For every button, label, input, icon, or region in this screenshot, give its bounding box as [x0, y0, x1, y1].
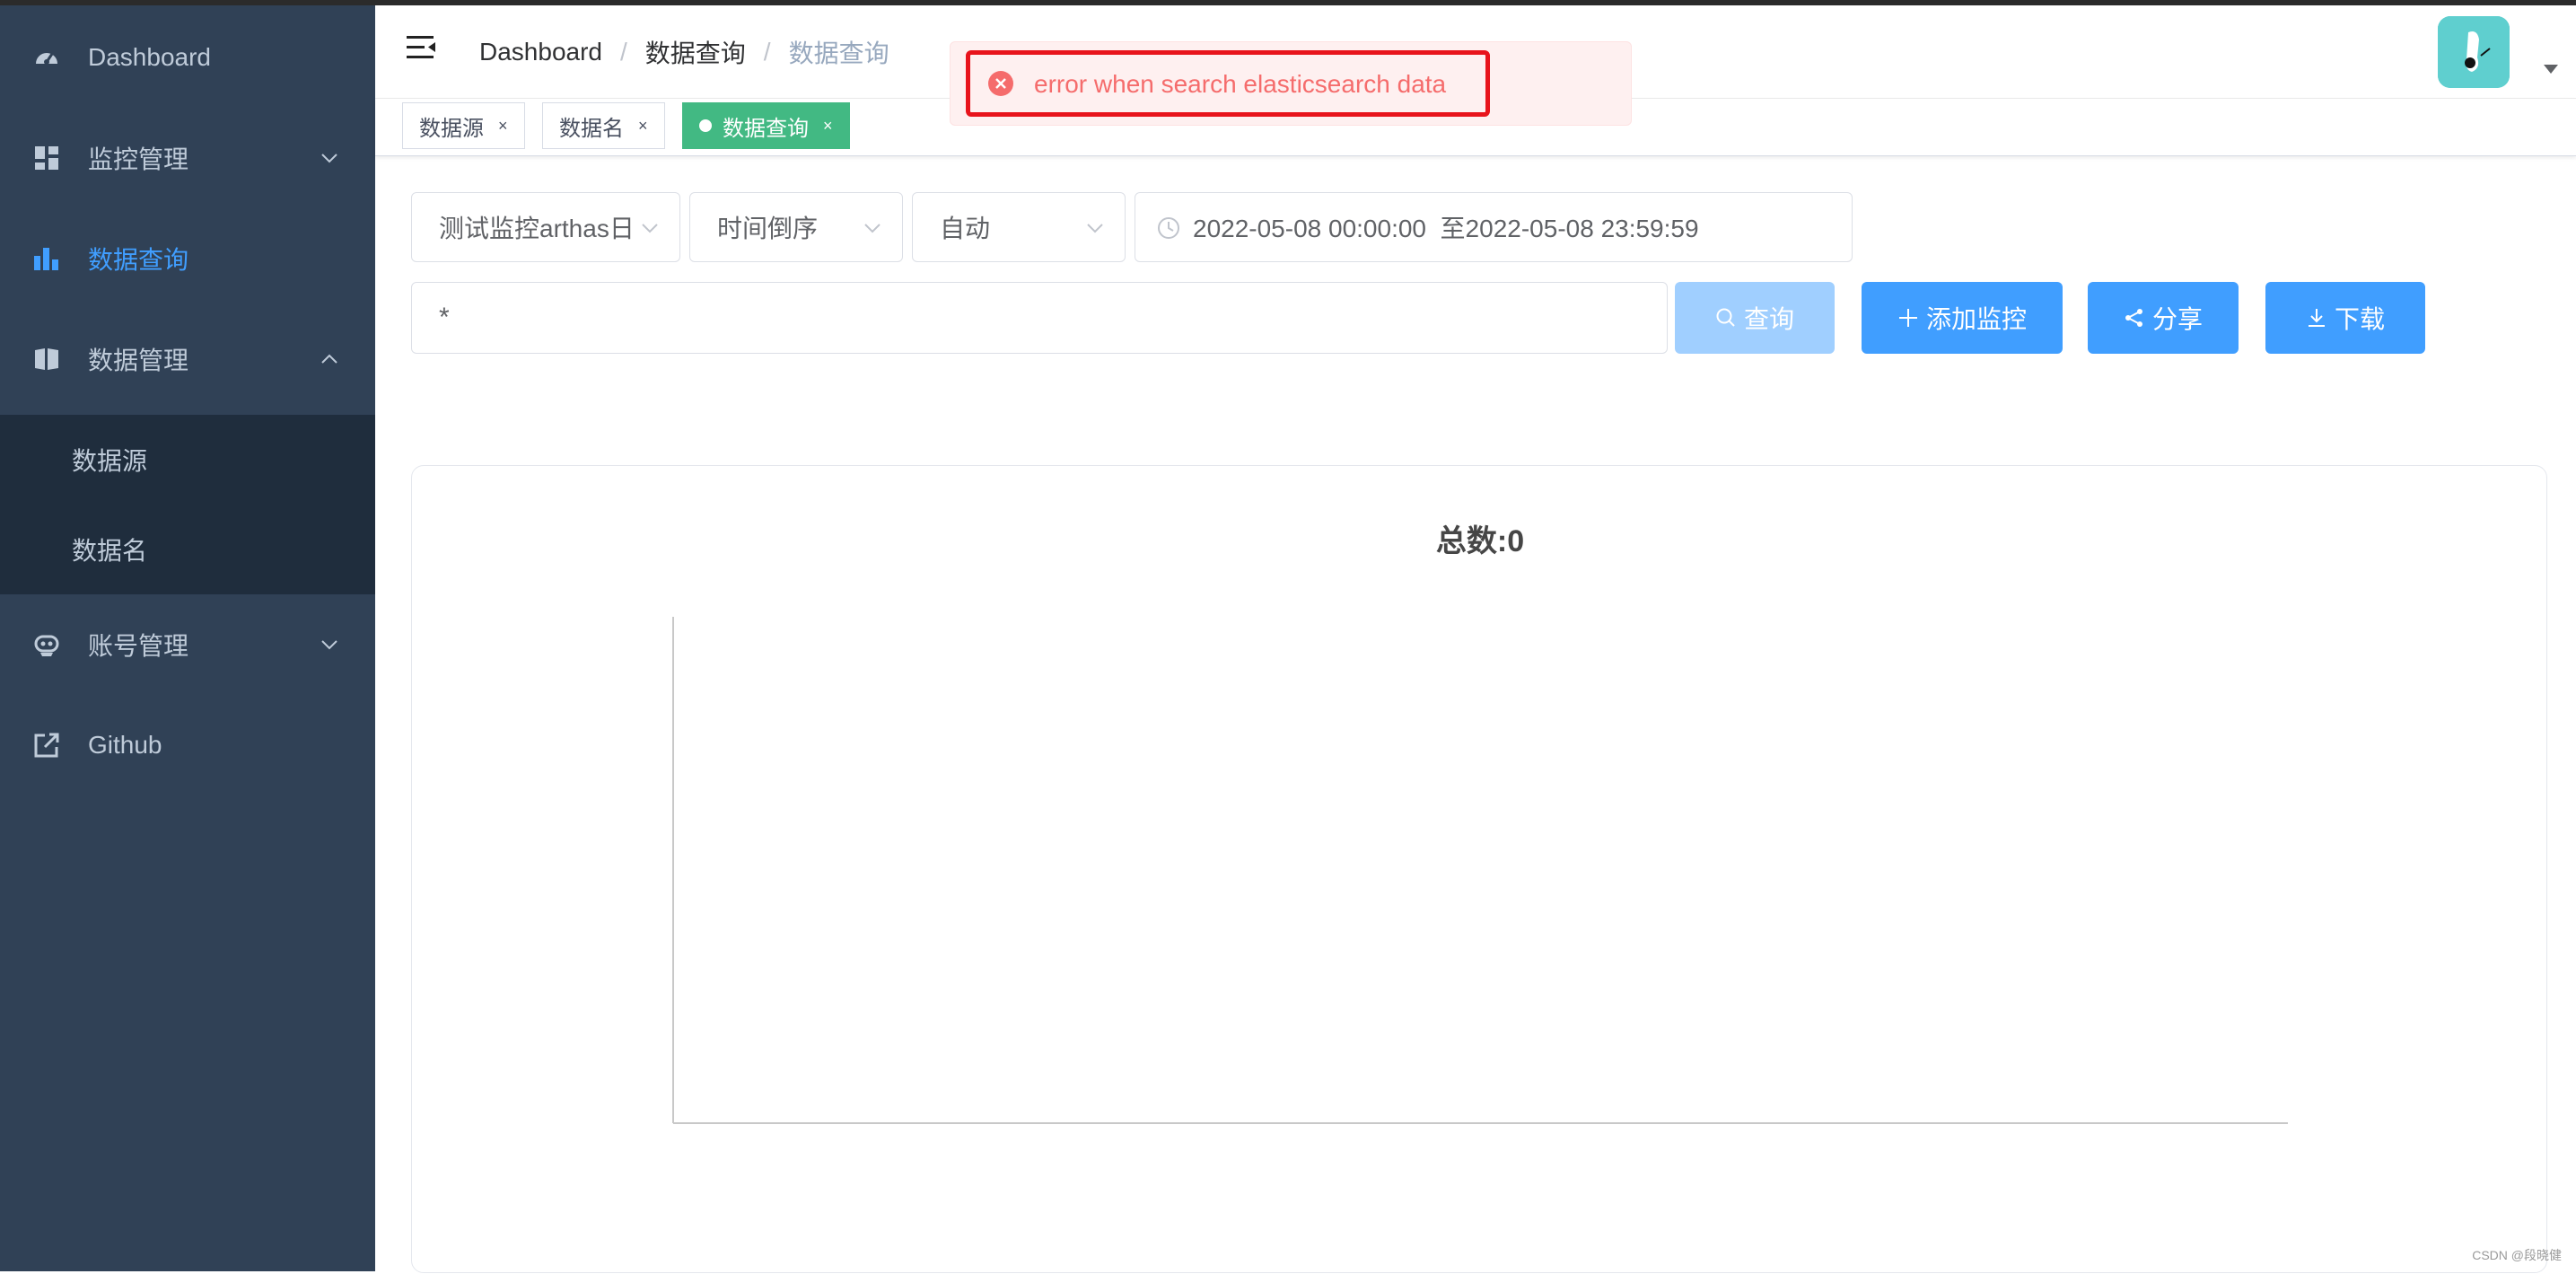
- sidebar-item-label: Github: [88, 731, 162, 760]
- date-range-picker[interactable]: 2022-05-08 00:00:00 至2022-05-08 23:59:59: [1135, 192, 1853, 262]
- monitor-select-value: 测试监控arthas日: [439, 209, 635, 245]
- interval-select-value: 自动: [940, 209, 990, 245]
- tag-label: 数据名: [559, 110, 624, 142]
- share-icon: [2124, 307, 2145, 329]
- tag-data-query[interactable]: 数据查询 ×: [682, 102, 850, 149]
- breadcrumb: Dashboard / 数据查询 / 数据查询: [479, 34, 889, 70]
- share-button[interactable]: 分享: [2088, 282, 2239, 354]
- chevron-down-icon: [863, 218, 882, 238]
- download-button[interactable]: 下载: [2265, 282, 2425, 354]
- sidebar-subitem-datasource[interactable]: 数据源: [0, 415, 375, 505]
- submenu-data-manage: 数据源 数据名: [0, 415, 375, 594]
- external-link-icon: [32, 731, 61, 760]
- close-icon[interactable]: ×: [823, 117, 833, 136]
- date-range-value: 2022-05-08 00:00:00 至2022-05-08 23:59:59: [1193, 209, 1699, 245]
- sidebar-item-label: 数据查询: [88, 241, 188, 277]
- sidebar-item-account[interactable]: 账号管理: [0, 594, 375, 695]
- error-circle-icon: [987, 70, 1014, 97]
- search-button-label: 查询: [1744, 300, 1794, 336]
- sidebar-item-label: 数据管理: [88, 341, 188, 377]
- search-button[interactable]: 查询: [1675, 282, 1835, 354]
- add-monitor-button[interactable]: 添加监控: [1862, 282, 2063, 354]
- breadcrumb-item-current: 数据查询: [789, 34, 889, 70]
- breadcrumb-item-dashboard[interactable]: Dashboard: [479, 38, 602, 66]
- tag-dataname[interactable]: 数据名 ×: [542, 102, 665, 149]
- chart-plot: [412, 466, 2548, 1274]
- chevron-down-icon: [320, 148, 339, 168]
- interval-select[interactable]: 自动: [912, 192, 1126, 262]
- chevron-down-icon: [640, 218, 660, 238]
- query-input[interactable]: [411, 282, 1668, 354]
- download-icon: [2306, 307, 2327, 329]
- tag-label: 数据源: [419, 110, 484, 142]
- watermark: CSDN @段晓健: [2472, 1246, 2562, 1264]
- breadcrumb-item-query[interactable]: 数据查询: [645, 34, 746, 70]
- download-button-label: 下载: [2335, 300, 2385, 336]
- breadcrumb-separator: /: [764, 38, 771, 66]
- book-icon: [32, 345, 61, 373]
- avatar[interactable]: [2438, 16, 2510, 88]
- plus-icon: [1897, 307, 1919, 329]
- chevron-down-icon: [320, 635, 339, 655]
- sidebar-item-label: Dashboard: [88, 43, 211, 72]
- tag-label: 数据查询: [723, 110, 809, 142]
- sidebar-subitem-label: 数据源: [72, 442, 147, 478]
- active-dot-icon: [699, 119, 712, 132]
- sidebar-item-monitor[interactable]: 监控管理: [0, 108, 375, 208]
- sidebar-subitem-label: 数据名: [72, 532, 147, 567]
- breadcrumb-separator: /: [620, 38, 627, 66]
- search-icon: [1715, 307, 1737, 329]
- chevron-down-icon: [1085, 218, 1105, 238]
- bar-chart-icon: [32, 244, 61, 273]
- sidebar-item-data-query[interactable]: 数据查询: [0, 208, 375, 309]
- sidebar-item-label: 账号管理: [88, 627, 188, 663]
- robot-icon: [32, 630, 61, 659]
- add-monitor-button-label: 添加监控: [1926, 300, 2027, 336]
- close-icon[interactable]: ×: [498, 117, 508, 136]
- caret-down-icon[interactable]: [2544, 65, 2558, 74]
- sidebar-item-github[interactable]: Github: [0, 695, 375, 795]
- close-icon[interactable]: ×: [638, 117, 648, 136]
- clock-icon: [1157, 216, 1180, 240]
- sidebar-item-dashboard[interactable]: Dashboard: [0, 7, 375, 108]
- sidebar-subitem-dataname[interactable]: 数据名: [0, 505, 375, 594]
- hamburger-icon[interactable]: [406, 32, 436, 63]
- sidebar-item-data-manage[interactable]: 数据管理: [0, 309, 375, 409]
- share-button-label: 分享: [2152, 300, 2203, 336]
- sidebar: Dashboard 监控管理 数据查询 数据管理 数据源 数据名 账号管理: [0, 5, 375, 1271]
- grid-icon: [32, 144, 61, 172]
- dashboard-icon: [32, 43, 61, 72]
- order-select-value: 时间倒序: [717, 209, 818, 245]
- sidebar-item-label: 监控管理: [88, 140, 188, 176]
- chevron-up-icon: [320, 349, 339, 369]
- tag-datasource[interactable]: 数据源 ×: [402, 102, 525, 149]
- chart-card: 总数:0: [411, 465, 2547, 1273]
- order-select[interactable]: 时间倒序: [689, 192, 903, 262]
- error-message-text: error when search elasticsearch data: [1034, 70, 1446, 99]
- monitor-select[interactable]: 测试监控arthas日: [411, 192, 680, 262]
